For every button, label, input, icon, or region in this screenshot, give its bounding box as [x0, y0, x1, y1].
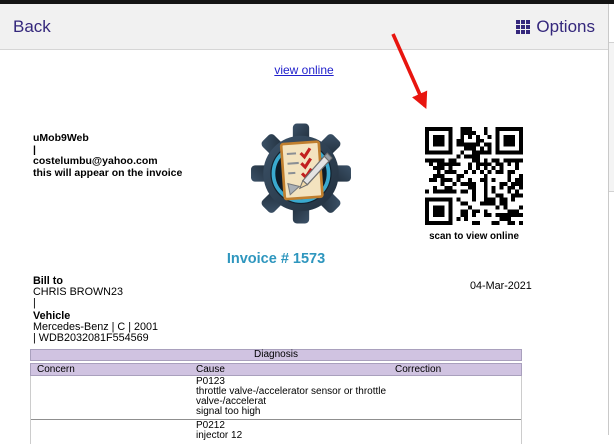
table-row: P0123 throttle valve-/accelerator sensor…: [31, 376, 521, 421]
view-online-link[interactable]: view online: [274, 63, 333, 77]
scrollbar-thumb[interactable]: [609, 42, 614, 192]
column-header-concern: Concern: [37, 364, 75, 375]
qr-block: scan to view online: [425, 127, 523, 242]
view-online-wrap: view online: [0, 63, 608, 77]
qr-code: [425, 127, 523, 225]
bill-to-name: CHRIS BROWN23: [33, 286, 123, 298]
options-button[interactable]: Options: [516, 17, 595, 37]
column-header-cause: Cause: [196, 364, 225, 375]
sender-email: costelumbu@yahoo.com: [33, 155, 158, 167]
bill-to-block: Bill to CHRIS BROWN23 |: [33, 276, 123, 309]
app-header: Back Options: [0, 4, 608, 50]
diagnosis-table-body: P0123 throttle valve-/accelerator sensor…: [30, 376, 522, 444]
diagnosis-table: Diagnosis Concern Cause Correction P0123…: [30, 349, 522, 444]
cell-correction: [389, 420, 521, 443]
back-button[interactable]: Back: [13, 17, 51, 37]
diagnosis-table-header: Concern Cause Correction: [30, 363, 522, 376]
invoice-title: Invoice # 1573: [226, 251, 326, 267]
app-logo: [251, 123, 351, 224]
vehicle-block: Vehicle Mercedes-Benz | C | 2001 | WDB20…: [33, 311, 158, 344]
cell-cause: P0123 throttle valve-/accelerator sensor…: [196, 376, 387, 418]
cell-cause: P0212 injector 12: [196, 420, 243, 442]
column-header-correction: Correction: [395, 364, 442, 375]
invoice-date: 04-Mar-2021: [470, 280, 532, 292]
cell-concern: [31, 420, 190, 443]
sender-info: uMob9Web | costelumbu@yahoo.com this wil…: [33, 132, 183, 179]
diagnosis-table-title: Diagnosis: [30, 349, 522, 361]
vehicle-vin: | WDB2032081F554569: [33, 332, 149, 344]
cell-concern: [31, 376, 190, 419]
sender-note: this will appear on the invoice: [33, 166, 183, 179]
scrollbar[interactable]: [608, 4, 614, 435]
options-label: Options: [536, 16, 595, 36]
grid-icon: [516, 19, 531, 34]
bill-to-separator: |: [33, 297, 36, 309]
qr-caption: scan to view online: [429, 231, 519, 242]
sender-app-name: uMob9Web: [33, 132, 89, 144]
table-row: P0212 injector 12: [31, 420, 521, 443]
cell-correction: [389, 376, 521, 419]
